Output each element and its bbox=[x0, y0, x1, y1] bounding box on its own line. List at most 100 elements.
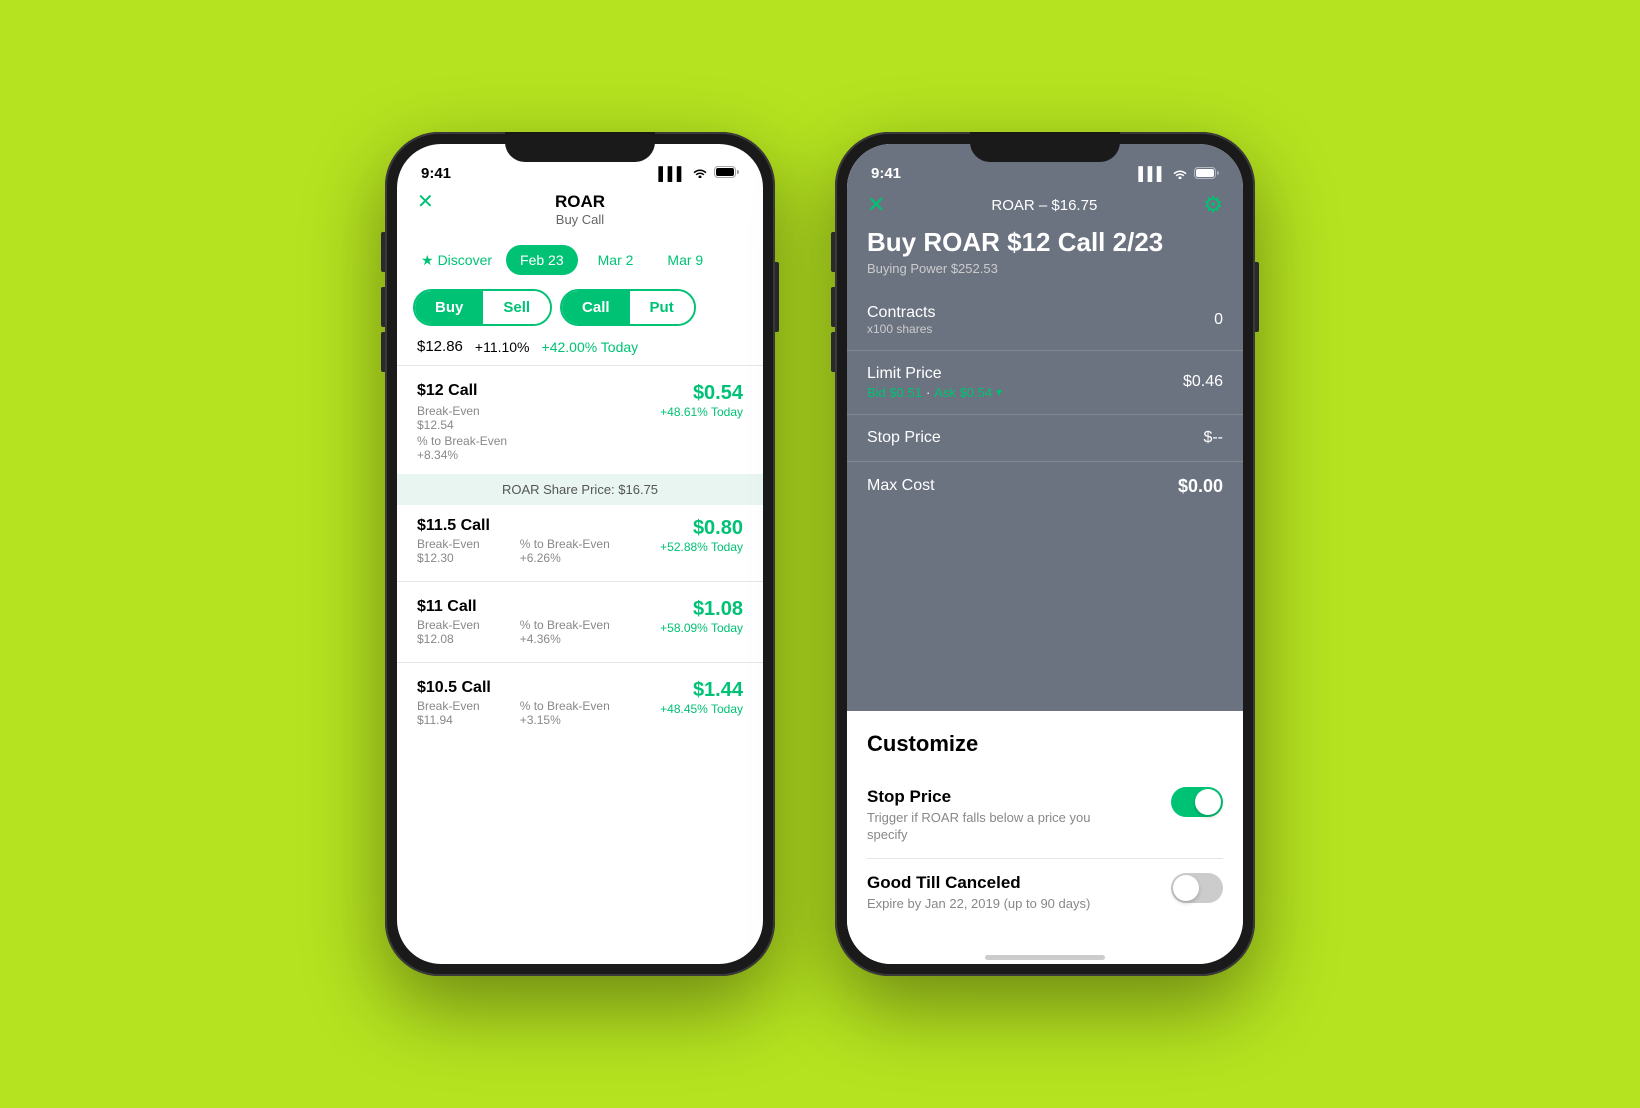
phone1-header: ✕ ROAR Buy Call bbox=[397, 188, 763, 237]
pct-label-3: % to Break-Even bbox=[520, 699, 610, 713]
option-today-0: +48.61% Today bbox=[660, 405, 743, 419]
sell-button[interactable]: Sell bbox=[483, 291, 550, 324]
phone2-screen: 9:41 ▌▌▌ bbox=[847, 144, 1243, 964]
max-cost-row: Max Cost $0.00 bbox=[847, 462, 1243, 511]
pct-value-2: +4.36% bbox=[520, 632, 610, 646]
option-today-1: +52.88% Today bbox=[660, 540, 743, 554]
contracts-value[interactable]: 0 bbox=[1214, 311, 1223, 329]
toggle-knob-stop bbox=[1195, 789, 1221, 815]
star-icon: ★ bbox=[421, 252, 434, 269]
customize-title: Customize bbox=[867, 731, 1223, 757]
status-time-2: 9:41 bbox=[871, 165, 901, 182]
stop-price-customize-row: Stop Price Trigger if ROAR falls below a… bbox=[867, 773, 1223, 859]
call-button[interactable]: Call bbox=[562, 291, 630, 324]
phone2-header: ✕ ROAR – $16.75 ⚙ Buy ROAR $12 Call 2/23… bbox=[847, 188, 1243, 290]
phone2-top-bar: ✕ ROAR – $16.75 ⚙ bbox=[867, 192, 1223, 218]
buy-button[interactable]: Buy bbox=[415, 291, 483, 324]
date-tab-mar2[interactable]: Mar 2 bbox=[584, 245, 648, 275]
contracts-sublabel: x100 shares bbox=[867, 322, 935, 336]
chevron-down-icon[interactable]: ▾ bbox=[996, 385, 1002, 399]
max-cost-label: Max Cost bbox=[867, 477, 935, 495]
status-icons-2: ▌▌▌ bbox=[1138, 166, 1219, 181]
option-item-105-call[interactable]: $10.5 Call Break-Even $11.94 % to Break-… bbox=[397, 667, 763, 739]
header-title: ROAR bbox=[555, 192, 605, 212]
date-tab-mar9[interactable]: Mar 9 bbox=[653, 245, 717, 275]
gtc-info: Good Till Canceled Expire by Jan 22, 201… bbox=[867, 873, 1090, 913]
stop-price-label: Stop Price bbox=[867, 429, 941, 447]
status-icons: ▌▌▌ bbox=[658, 166, 739, 181]
put-button[interactable]: Put bbox=[630, 291, 694, 324]
order-title: Buy ROAR $12 Call 2/23 bbox=[867, 228, 1223, 257]
bid-ask-row: Bid $0.51 · Ask $0.54 ▾ bbox=[867, 385, 1002, 400]
stop-price-customize-label: Stop Price bbox=[867, 787, 1127, 807]
pct-label-2: % to Break-Even bbox=[520, 618, 610, 632]
gtc-label: Good Till Canceled bbox=[867, 873, 1090, 893]
discover-tab[interactable]: ★ Discover bbox=[413, 246, 500, 275]
option-item-12-call[interactable]: $12 Call Break-Even $12.54 $0.54 +48.61%… bbox=[397, 370, 763, 474]
customize-section: Customize Stop Price Trigger if ROAR fal… bbox=[847, 711, 1243, 947]
order-type-toggles: Buy Sell Call Put bbox=[397, 283, 763, 332]
bid-text: Bid $0.51 bbox=[867, 385, 922, 400]
breakeven-value-3: $11.94 bbox=[417, 713, 480, 727]
status-time: 9:41 bbox=[421, 165, 451, 182]
gtc-desc: Expire by Jan 22, 2019 (up to 90 days) bbox=[867, 896, 1090, 913]
option-item-115-call[interactable]: $11.5 Call Break-Even $12.30 % to Break-… bbox=[397, 505, 763, 577]
phone2-content: 9:41 ▌▌▌ bbox=[847, 144, 1243, 964]
date-tab-feb23[interactable]: Feb 23 bbox=[506, 245, 578, 275]
option-11-call-name: $11 Call bbox=[417, 598, 610, 616]
option-105-call-name: $10.5 Call bbox=[417, 679, 610, 697]
battery-icon bbox=[714, 166, 739, 181]
home-indicator bbox=[847, 947, 1243, 964]
limit-price-row[interactable]: Limit Price Bid $0.51 · Ask $0.54 ▾ $0.4… bbox=[847, 351, 1243, 415]
breakeven-label-0: Break-Even bbox=[417, 404, 480, 418]
pct-value-0: +8.34% bbox=[417, 448, 507, 462]
max-cost-value: $0.00 bbox=[1178, 476, 1223, 497]
phone-order-form: 9:41 ▌▌▌ bbox=[835, 132, 1255, 976]
stock-price-row: $12.86 +11.10% +42.00% Today bbox=[397, 332, 763, 361]
ticker-header: ROAR – $16.75 bbox=[991, 197, 1097, 214]
option-item-11-call[interactable]: $11 Call Break-Even $12.08 % to Break-Ev… bbox=[397, 586, 763, 658]
stop-price-value[interactable]: $-- bbox=[1203, 429, 1223, 447]
date-tabs: ★ Discover Feb 23 Mar 2 Mar 9 bbox=[397, 237, 763, 283]
separator: · bbox=[926, 385, 930, 400]
toggle-knob-gtc bbox=[1173, 875, 1199, 901]
wifi-icon-2 bbox=[1172, 167, 1188, 179]
divider-1 bbox=[397, 365, 763, 366]
option-115-call-name: $11.5 Call bbox=[417, 517, 610, 535]
divider-2 bbox=[397, 581, 763, 582]
gtc-toggle[interactable] bbox=[1171, 873, 1223, 903]
call-put-toggle: Call Put bbox=[560, 289, 696, 326]
breakeven-value-1: $12.30 bbox=[417, 551, 480, 565]
stop-price-toggle[interactable] bbox=[1171, 787, 1223, 817]
signal-icon: ▌▌▌ bbox=[658, 166, 686, 181]
gtc-customize-row: Good Till Canceled Expire by Jan 22, 201… bbox=[867, 859, 1223, 927]
close-button-right[interactable]: ✕ bbox=[867, 192, 885, 218]
breakeven-label-1: Break-Even bbox=[417, 537, 480, 551]
battery-icon-2 bbox=[1194, 167, 1219, 179]
notch-2 bbox=[970, 132, 1120, 162]
breakeven-label-3: Break-Even bbox=[417, 699, 480, 713]
breakeven-label-2: Break-Even bbox=[417, 618, 480, 632]
limit-price-label: Limit Price bbox=[867, 365, 1002, 383]
price-change: +11.10% bbox=[475, 339, 530, 355]
option-price-1: $0.80 bbox=[693, 517, 743, 540]
option-today-2: +58.09% Today bbox=[660, 621, 743, 635]
buy-sell-toggle: Buy Sell bbox=[413, 289, 552, 326]
divider-3 bbox=[397, 662, 763, 663]
phone1-screen: 9:41 ▌▌▌ bbox=[397, 144, 763, 964]
limit-price-value[interactable]: $0.46 bbox=[1183, 373, 1223, 391]
breakeven-value-0: $12.54 bbox=[417, 418, 480, 432]
stop-price-desc: Trigger if ROAR falls below a price you … bbox=[867, 810, 1127, 844]
stock-price: $12.86 bbox=[417, 338, 463, 355]
notch bbox=[505, 132, 655, 162]
contracts-row[interactable]: Contracts x100 shares 0 bbox=[847, 290, 1243, 351]
option-12-call-name: $12 Call bbox=[417, 382, 480, 400]
breakeven-value-2: $12.08 bbox=[417, 632, 480, 646]
stop-price-row[interactable]: Stop Price $-- bbox=[847, 415, 1243, 462]
share-price-band: ROAR Share Price: $16.75 bbox=[397, 474, 763, 505]
discover-label: Discover bbox=[438, 252, 492, 268]
option-today-3: +48.45% Today bbox=[660, 702, 743, 716]
gear-icon[interactable]: ⚙ bbox=[1203, 192, 1223, 218]
wifi-icon bbox=[692, 166, 708, 181]
close-button-left[interactable]: ✕ bbox=[417, 192, 434, 212]
